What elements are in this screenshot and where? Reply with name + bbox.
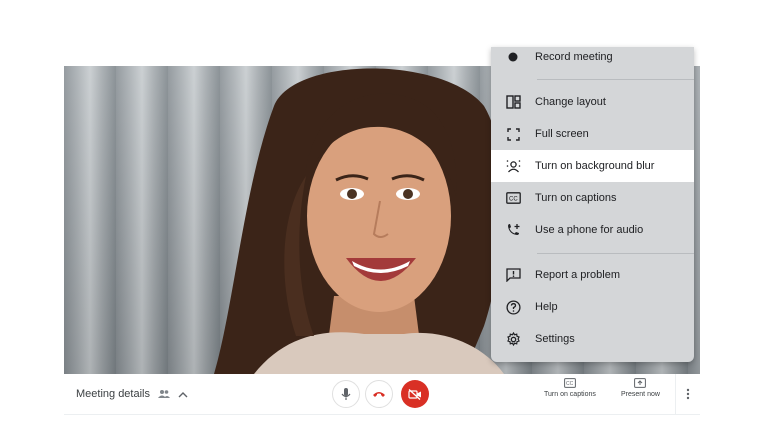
meeting-details-button[interactable]: Meeting details [76, 374, 188, 414]
more-vert-icon [686, 388, 690, 400]
menu-item-label: Change layout [535, 96, 606, 108]
menu-divider [537, 253, 694, 254]
menu-item-report-problem[interactable]: Report a problem [491, 259, 694, 291]
menu-item-help[interactable]: Help [491, 291, 694, 323]
camera-toggle-button[interactable] [401, 380, 429, 408]
microphone-icon [341, 388, 351, 400]
more-options-menu: Record meeting Change layout Full screen… [491, 47, 694, 362]
svg-text:CC: CC [566, 381, 574, 387]
menu-item-record-meeting[interactable]: Record meeting [491, 41, 694, 73]
menu-item-label: Use a phone for audio [535, 224, 644, 236]
menu-item-label: Report a problem [535, 269, 620, 281]
more-options-button[interactable] [675, 374, 700, 414]
help-icon [505, 299, 521, 315]
present-now-button[interactable]: Present now [621, 378, 660, 398]
chevron-up-icon[interactable] [178, 391, 188, 398]
camera-off-icon [408, 388, 421, 400]
menu-item-label: Turn on captions [535, 192, 617, 204]
hang-up-button[interactable] [365, 380, 393, 408]
report-icon [505, 267, 521, 283]
present-icon [634, 378, 647, 388]
captions-icon: CC [564, 378, 576, 388]
menu-item-background-blur[interactable]: Turn on background blur [491, 150, 694, 182]
menu-item-turn-on-captions[interactable]: CC Turn on captions [491, 182, 694, 214]
menu-item-label: Help [535, 301, 558, 313]
menu-item-settings[interactable]: Settings [491, 323, 694, 355]
menu-item-phone-audio[interactable]: Use a phone for audio [491, 214, 694, 246]
meeting-details-label: Meeting details [76, 388, 150, 400]
bottom-control-bar: Meeting details CC Turn on captions Pres… [64, 374, 700, 415]
microphone-button[interactable] [332, 380, 360, 408]
hang-up-icon [373, 392, 385, 397]
phone-audio-icon [505, 222, 521, 238]
menu-divider [537, 79, 694, 80]
captions-icon: CC [505, 190, 521, 206]
present-label: Present now [621, 391, 660, 398]
menu-item-label: Turn on background blur [535, 160, 655, 172]
menu-item-label: Record meeting [535, 51, 613, 63]
svg-text:CC: CC [509, 197, 518, 203]
settings-icon [505, 331, 521, 347]
layout-icon [505, 94, 521, 110]
background-blur-icon [505, 158, 521, 174]
menu-item-label: Settings [535, 333, 575, 345]
menu-item-change-layout[interactable]: Change layout [491, 86, 694, 118]
menu-item-full-screen[interactable]: Full screen [491, 118, 694, 150]
fullscreen-icon [505, 126, 521, 142]
menu-item-label: Full screen [535, 128, 589, 140]
record-icon [505, 49, 521, 65]
people-icon [158, 389, 170, 399]
captions-label: Turn on captions [544, 391, 596, 398]
turn-on-captions-button[interactable]: CC Turn on captions [544, 378, 596, 398]
